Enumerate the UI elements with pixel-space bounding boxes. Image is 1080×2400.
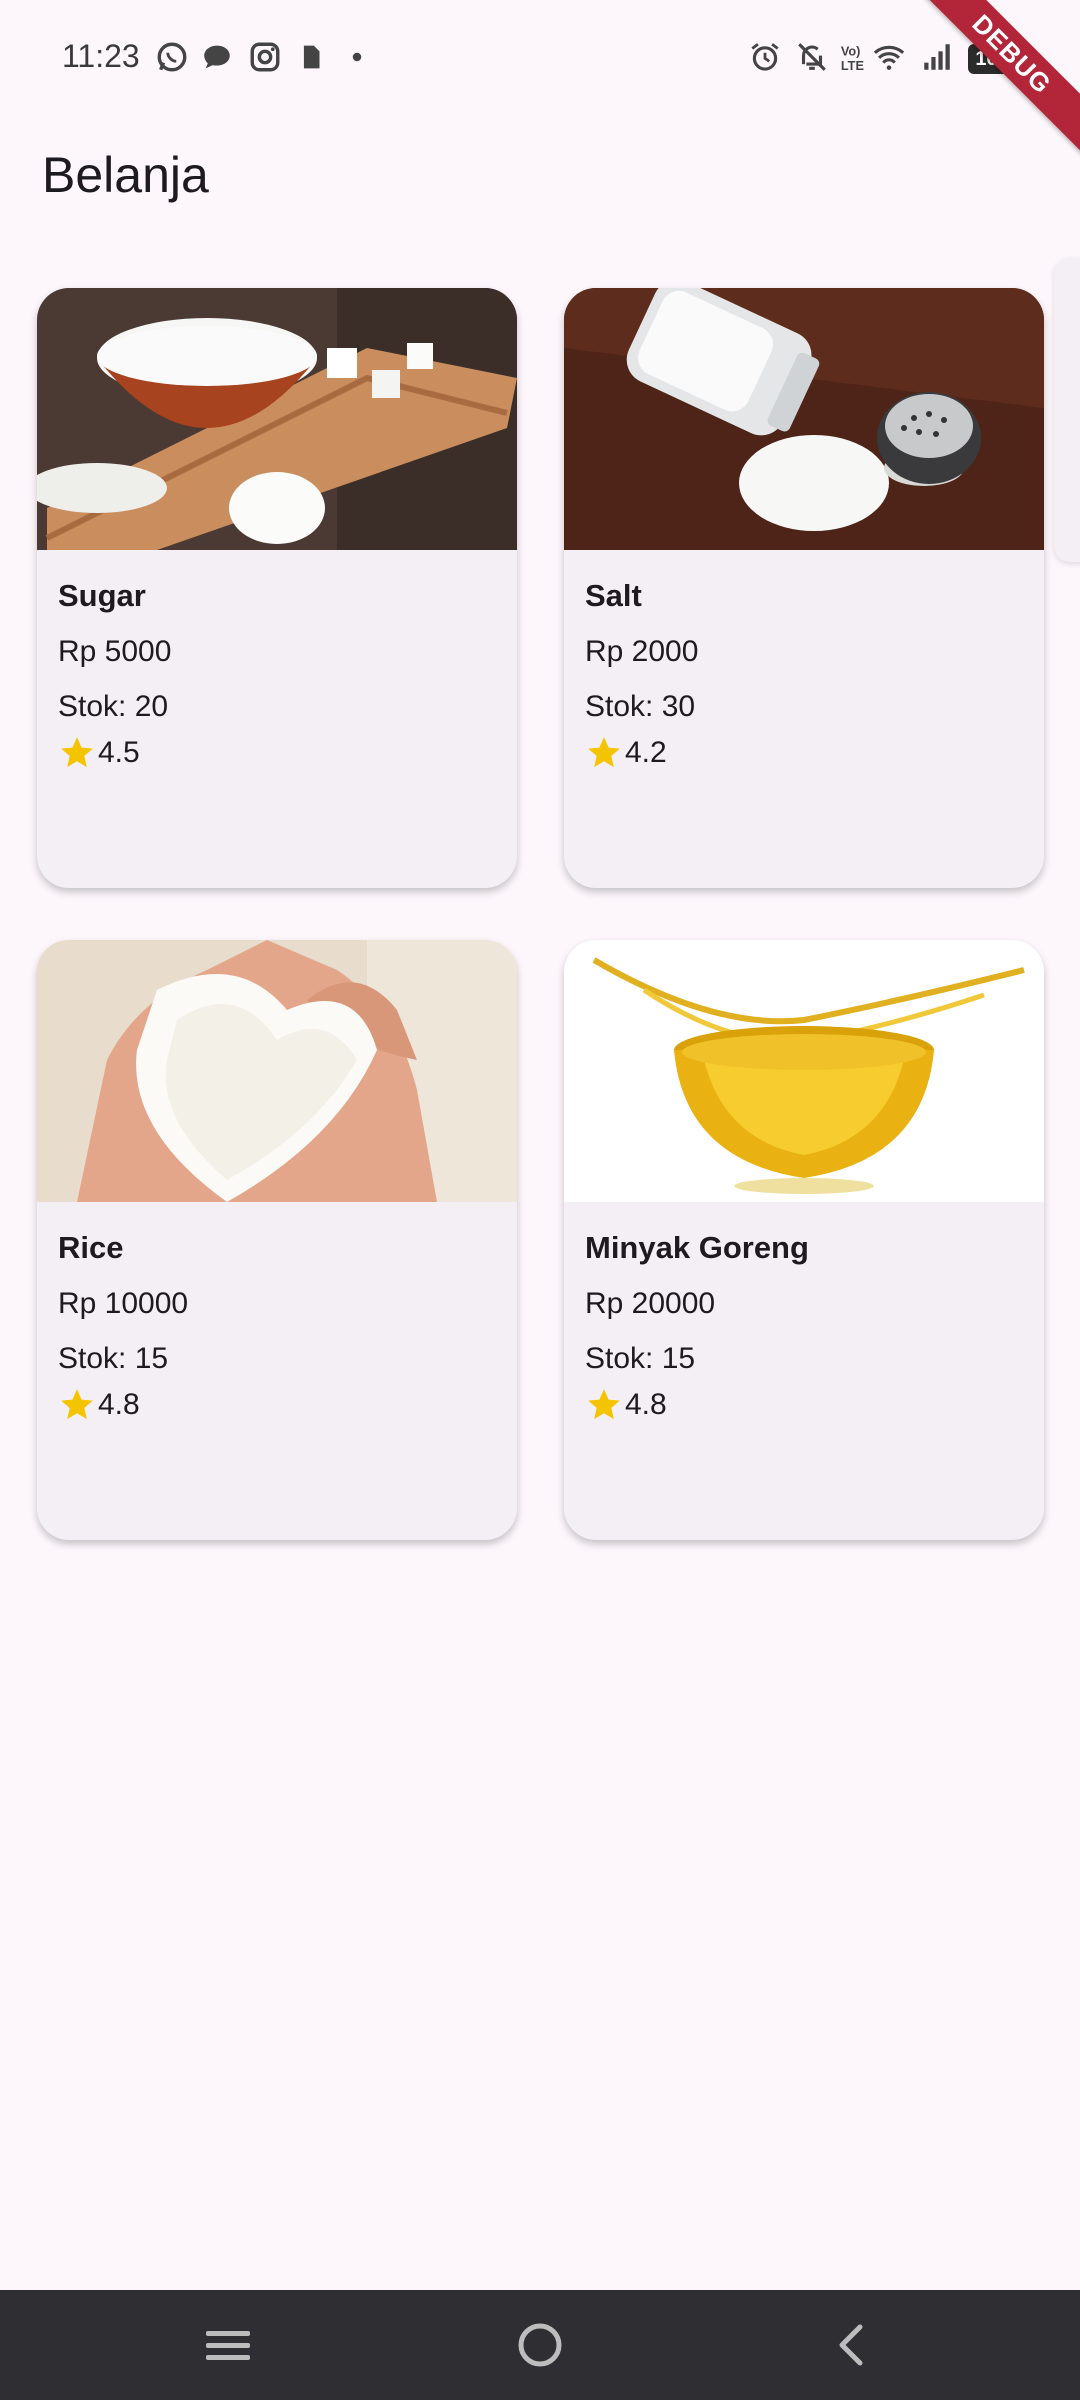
star-icon bbox=[58, 734, 96, 772]
product-rating: 4.2 bbox=[585, 731, 667, 775]
product-stock: Stok: 30 bbox=[585, 690, 696, 723]
salt-image bbox=[564, 288, 1044, 550]
menu-icon[interactable] bbox=[196, 2315, 260, 2375]
message-icon bbox=[200, 40, 234, 74]
sugar-image bbox=[37, 288, 517, 550]
product-rating: 4.5 bbox=[58, 731, 140, 775]
product-price: Rp 2000 bbox=[585, 635, 699, 668]
bell-off-icon bbox=[795, 40, 829, 74]
product-stock: Stok: 20 bbox=[58, 690, 169, 723]
wifi-icon bbox=[872, 40, 906, 74]
product-card-sugar[interactable]: Sugar Rp 5000 Stok: 20 4.5 bbox=[37, 288, 517, 888]
product-stock: Stok: 15 bbox=[58, 1342, 169, 1375]
product-name: Minyak Goreng bbox=[585, 1230, 809, 1265]
product-name: Sugar bbox=[58, 578, 146, 613]
product-name: Salt bbox=[585, 578, 642, 613]
product-rating: 4.8 bbox=[58, 1383, 140, 1427]
signal-icon bbox=[920, 40, 954, 74]
alarm-icon bbox=[748, 40, 782, 74]
svg-text:Vo): Vo) bbox=[841, 44, 861, 59]
whatsapp-icon bbox=[155, 40, 189, 74]
star-icon bbox=[585, 1386, 623, 1424]
product-price: Rp 5000 bbox=[58, 635, 172, 668]
home-icon[interactable] bbox=[508, 2315, 572, 2375]
rice-image bbox=[37, 940, 517, 1202]
back-icon[interactable] bbox=[820, 2315, 884, 2375]
navigation-bar bbox=[0, 2290, 1080, 2400]
product-card-salt[interactable]: Salt Rp 2000 Stok: 30 4.2 bbox=[564, 288, 1044, 888]
next-card-peek bbox=[1054, 258, 1080, 562]
status-bar: 11:23 Vo)LTE 100 bbox=[0, 0, 1080, 116]
rating-value: 4.2 bbox=[625, 736, 667, 769]
rating-value: 4.5 bbox=[98, 736, 140, 769]
star-icon bbox=[58, 1386, 96, 1424]
svg-text:LTE: LTE bbox=[841, 58, 864, 73]
product-price: Rp 10000 bbox=[58, 1287, 189, 1320]
product-rating: 4.8 bbox=[585, 1383, 667, 1427]
rating-value: 4.8 bbox=[98, 1388, 140, 1421]
product-card-minyak-goreng[interactable]: Minyak Goreng Rp 20000 Stok: 15 4.8 bbox=[564, 940, 1044, 1540]
status-time: 11:23 bbox=[62, 38, 140, 74]
star-icon bbox=[585, 734, 623, 772]
product-stock: Stok: 15 bbox=[585, 1342, 696, 1375]
product-name: Rice bbox=[58, 1230, 124, 1265]
instagram-icon bbox=[248, 40, 282, 74]
oil-image bbox=[564, 940, 1044, 1202]
page-title: Belanja bbox=[42, 147, 209, 203]
dot-icon bbox=[340, 40, 374, 74]
sim-icon bbox=[294, 40, 328, 74]
volte-icon: Vo) LTE bbox=[838, 40, 872, 74]
product-card-rice[interactable]: Rice Rp 10000 Stok: 15 4.8 bbox=[37, 940, 517, 1540]
rating-value: 4.8 bbox=[625, 1388, 667, 1421]
product-price: Rp 20000 bbox=[585, 1287, 716, 1320]
